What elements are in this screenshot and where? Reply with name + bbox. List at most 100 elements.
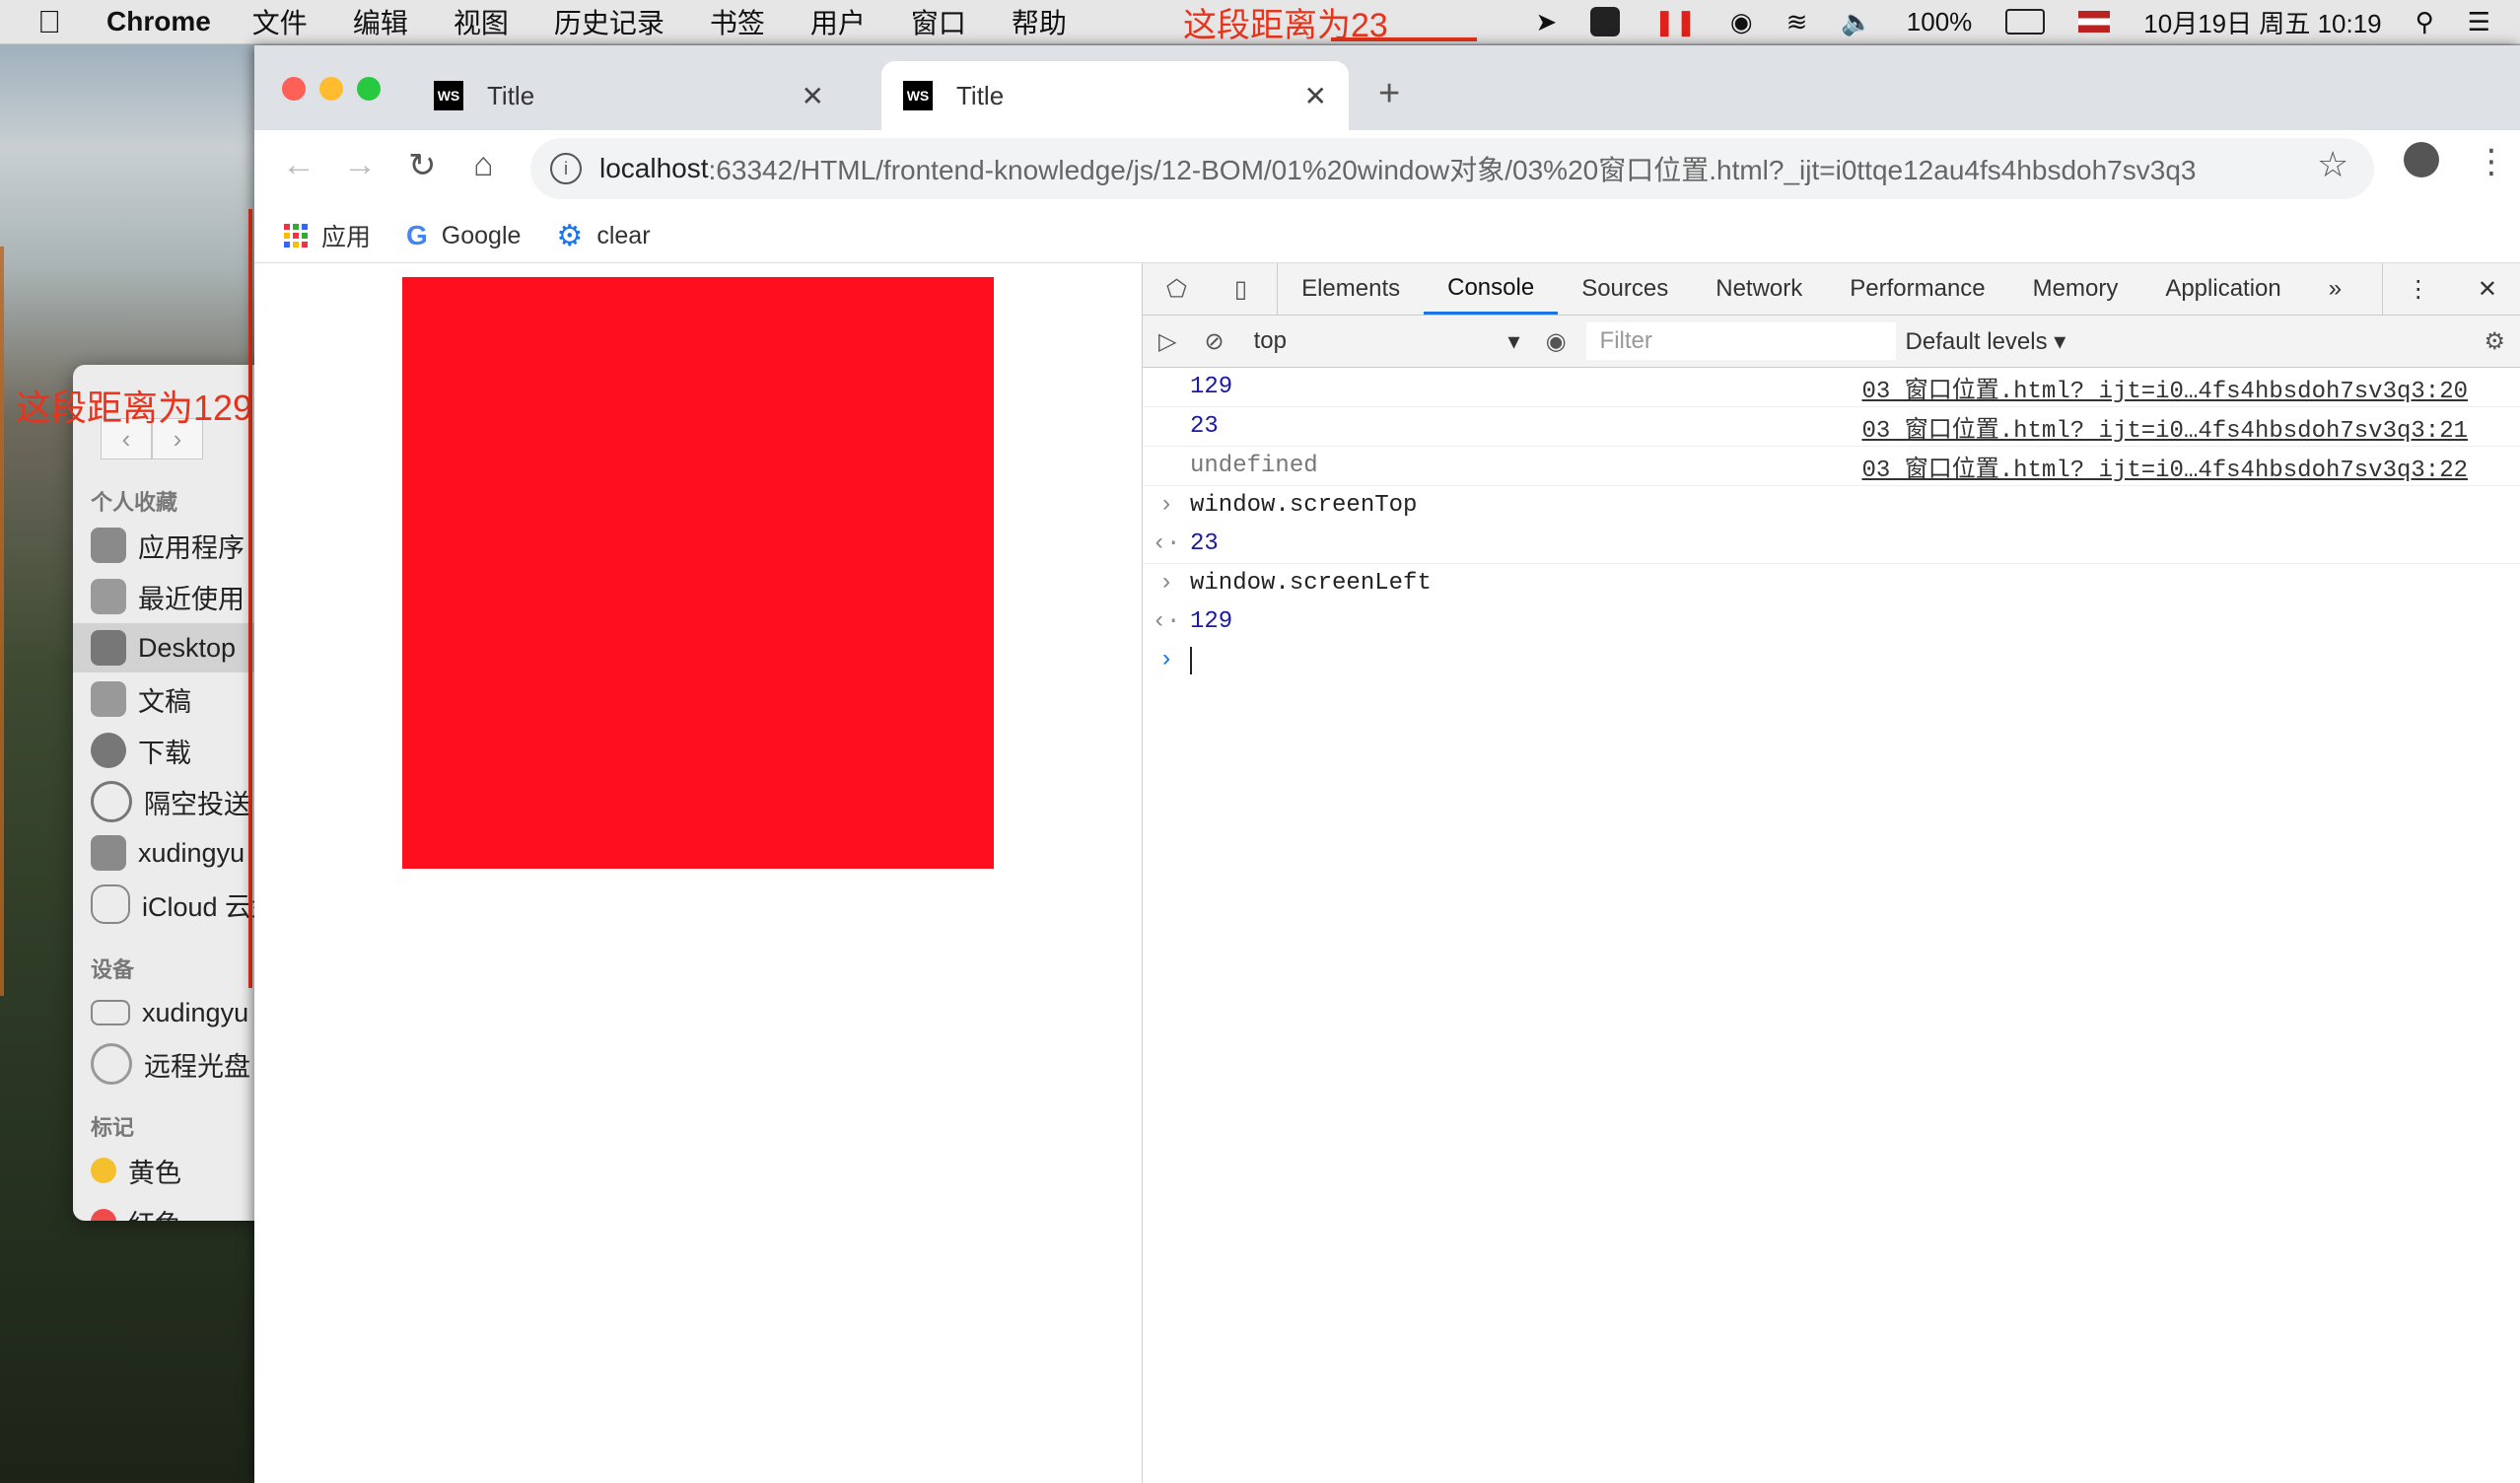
pause-icon[interactable]: ❚❚ [1653, 7, 1697, 37]
devtools-tab-bar: ⬠ ▯ Elements Console Sources Network Per… [1143, 263, 2520, 316]
home-icon[interactable]: ⌂ [473, 146, 494, 184]
finder-item-airdrop[interactable]: 隔空投送 [91, 777, 270, 826]
clock[interactable]: 10月19日 周五 10:19 [2143, 4, 2381, 40]
chrome-window: WS Title ✕ WS Title ✕ + ← → ↻ ⌂ i localh… [254, 45, 2520, 1483]
applications-icon [91, 528, 126, 563]
finder-item-documents[interactable]: 文稿 [91, 674, 270, 724]
devtools-tab-network[interactable]: Network [1692, 263, 1826, 315]
result-arrow-icon: ‹· [1152, 608, 1181, 635]
bookmark-google[interactable]: G Google [406, 220, 521, 251]
battery-label[interactable]: 100% [1907, 7, 1973, 37]
maximize-window-icon[interactable] [357, 77, 381, 101]
console-log-row: undefined 03 窗口位置.html? ijt=i0…4fs4hbsdo… [1143, 447, 2520, 486]
finder-item-icloud[interactable]: iCloud 云盘 [91, 880, 270, 929]
clear-console-icon[interactable]: ⊘ [1204, 327, 1224, 356]
yellow-dot-icon [91, 1158, 116, 1183]
menu-file[interactable]: 文件 [252, 2, 308, 41]
reload-icon[interactable]: ↻ [408, 146, 437, 185]
volume-icon[interactable]: 🔈 [1841, 7, 1872, 37]
recents-icon [91, 579, 126, 614]
devtools-tab-application[interactable]: Application [2141, 263, 2304, 315]
finder-item-downloads[interactable]: 下载 [91, 726, 270, 775]
finder-item-applications[interactable]: 应用程序 [91, 521, 270, 570]
profile-avatar-icon[interactable] [2404, 142, 2439, 177]
menu-app-name[interactable]: Chrome [106, 6, 211, 37]
inspect-element-icon[interactable]: ⬠ [1143, 263, 1211, 315]
finder-item-desktop[interactable]: Desktop [73, 623, 270, 672]
close-window-icon[interactable] [282, 77, 306, 101]
wifi-icon[interactable]: ≋ [1786, 7, 1808, 37]
finder-item-home[interactable]: xudingyu [91, 828, 270, 878]
console-source-link[interactable]: 03 窗口位置.html? ijt=i0…4fs4hbsdoh7sv3q3:20 [1862, 370, 2468, 405]
star-bookmark-icon[interactable]: ☆ [2317, 144, 2348, 185]
tab-strip: WS Title ✕ WS Title ✕ + [254, 45, 2520, 130]
console-toolbar: ▷ ⊘ top ▾ ◉ Filter Default levels ▾ ⚙ [1143, 316, 2520, 368]
tab-active[interactable]: WS Title ✕ [881, 61, 1349, 130]
console-source-link[interactable]: 03 窗口位置.html? ijt=i0…4fs4hbsdoh7sv3q3:22 [1862, 449, 2468, 484]
webstorm-icon: WS [903, 81, 933, 110]
tab-title: Title [956, 80, 1005, 110]
console-settings-gear-icon[interactable]: ⚙ [2484, 327, 2505, 356]
devtools-tab-performance[interactable]: Performance [1826, 263, 2008, 315]
menu-view[interactable]: 视图 [454, 2, 509, 41]
console-filter-input[interactable]: Filter [1585, 322, 1896, 360]
page-viewport [254, 263, 1142, 1483]
app-tray-icon[interactable] [1590, 7, 1621, 36]
sidebar-toggle-icon[interactable]: ▷ [1158, 327, 1176, 356]
more-tabs-chevron-icon[interactable]: » [2305, 263, 2365, 315]
finder-item-recents[interactable]: 最近使用 [91, 572, 270, 621]
caret-down-icon: ▾ [1507, 327, 1520, 355]
tab-inactive[interactable]: WS Title ✕ [412, 61, 846, 130]
bookmark-clear[interactable]: ⚙ clear [556, 219, 650, 253]
console-value: undefined [1190, 453, 1318, 479]
finder-tags-header: 标记 [91, 1115, 135, 1140]
devtools-tab-elements[interactable]: Elements [1278, 263, 1424, 315]
console-command: window.screenTop [1190, 492, 1418, 519]
url-path: :63342/HTML/frontend-knowledge/js/12-BOM… [708, 155, 2197, 185]
location-arrow-icon[interactable]: ➤ [1536, 7, 1558, 37]
bookmark-apps[interactable]: 应用 [284, 218, 371, 253]
new-tab-plus-icon[interactable]: + [1378, 73, 1400, 115]
context-select[interactable]: top ▾ [1254, 327, 1520, 356]
console-result-row: ‹· 23 [1143, 525, 2520, 564]
finder-item-computer[interactable]: xudingyu [91, 988, 270, 1037]
url-host: localhost [599, 153, 709, 183]
menu-window[interactable]: 窗口 [911, 2, 966, 41]
menu-help[interactable]: 帮助 [1012, 2, 1067, 41]
us-flag-icon[interactable] [2078, 11, 2111, 33]
finder-window: ‹ › 个人收藏 应用程序 最近使用 Desktop 文稿 下载 隔空投送 xu… [73, 365, 270, 1221]
menu-bookmarks[interactable]: 书签 [710, 2, 765, 41]
minimize-window-icon[interactable] [319, 77, 343, 101]
devtools-menu-icon[interactable]: ⋮ [2381, 263, 2454, 315]
forward-arrow-icon[interactable]: → [343, 146, 377, 184]
menu-people[interactable]: 用户 [810, 2, 866, 41]
close-devtools-icon[interactable]: ✕ [2454, 263, 2520, 315]
close-tab-icon[interactable]: ✕ [802, 80, 824, 112]
wechat-icon[interactable]: ◉ [1730, 7, 1753, 37]
finder-tag-red[interactable]: 红色 [91, 1197, 270, 1221]
devtools-tab-sources[interactable]: Sources [1558, 263, 1692, 315]
console-prompt[interactable]: › [1143, 641, 2520, 679]
back-arrow-icon[interactable]: ← [282, 146, 315, 184]
menu-history[interactable]: 历史记录 [554, 2, 665, 41]
console-source-link[interactable]: 03 窗口位置.html? ijt=i0…4fs4hbsdoh7sv3q3:21 [1862, 409, 2468, 445]
console-result-row: ‹· 129 [1143, 602, 2520, 641]
search-icon[interactable]: ⚲ [2415, 7, 2434, 37]
console-messages: 129 03 窗口位置.html? ijt=i0…4fs4hbsdoh7sv3q… [1143, 368, 2520, 679]
live-expression-eye-icon[interactable]: ◉ [1546, 327, 1567, 356]
device-toolbar-icon[interactable]: ▯ [1211, 263, 1279, 315]
finder-item-remote-disc[interactable]: 远程光盘 [91, 1039, 270, 1089]
finder-tag-yellow[interactable]: 黄色 [91, 1146, 270, 1195]
close-tab-icon[interactable]: ✕ [1304, 80, 1327, 112]
address-bar[interactable]: i localhost:63342/HTML/frontend-knowledg… [530, 138, 2374, 199]
devtools-panel: ⬠ ▯ Elements Console Sources Network Per… [1142, 263, 2520, 1483]
notification-center-icon[interactable]: ☰ [2468, 7, 2490, 37]
devtools-tab-console[interactable]: Console [1424, 263, 1559, 315]
log-levels-dropdown[interactable]: Default levels ▾ [1906, 327, 2066, 356]
text-cursor [1190, 646, 1192, 674]
site-info-icon[interactable]: i [550, 153, 582, 184]
menu-edit[interactable]: 编辑 [353, 2, 408, 41]
devtools-tab-memory[interactable]: Memory [2009, 263, 2142, 315]
kebab-menu-icon[interactable]: ⋮ [2475, 142, 2508, 181]
apple-logo-icon[interactable]:  [37, 4, 77, 40]
